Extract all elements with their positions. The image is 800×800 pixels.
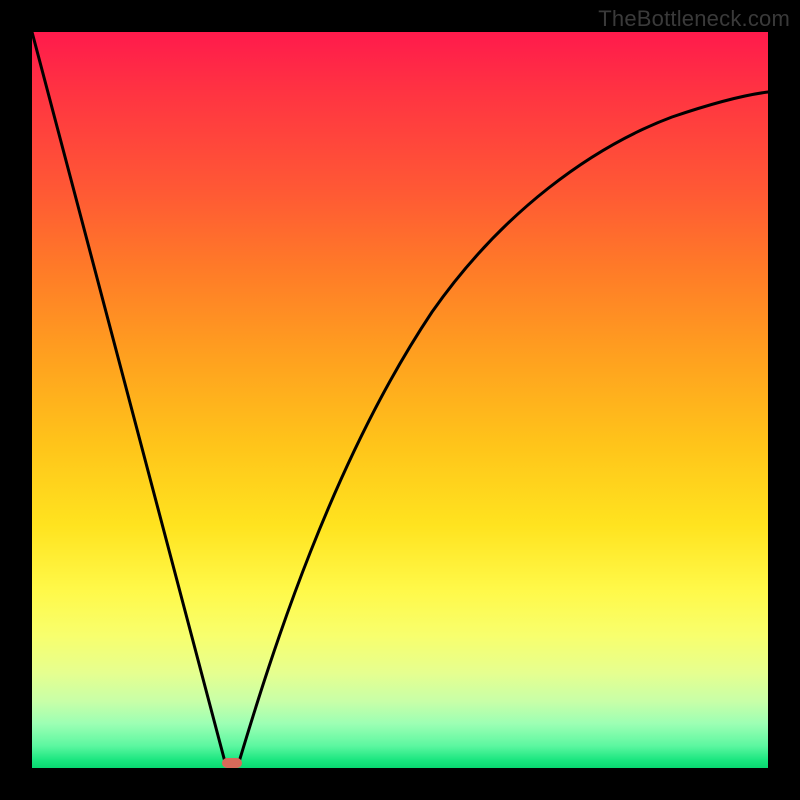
optimum-marker <box>222 758 242 768</box>
plot-area <box>32 32 768 768</box>
watermark-text: TheBottleneck.com <box>598 6 790 32</box>
curve-path <box>32 32 768 766</box>
chart-frame: TheBottleneck.com <box>0 0 800 800</box>
bottleneck-curve <box>32 32 768 768</box>
